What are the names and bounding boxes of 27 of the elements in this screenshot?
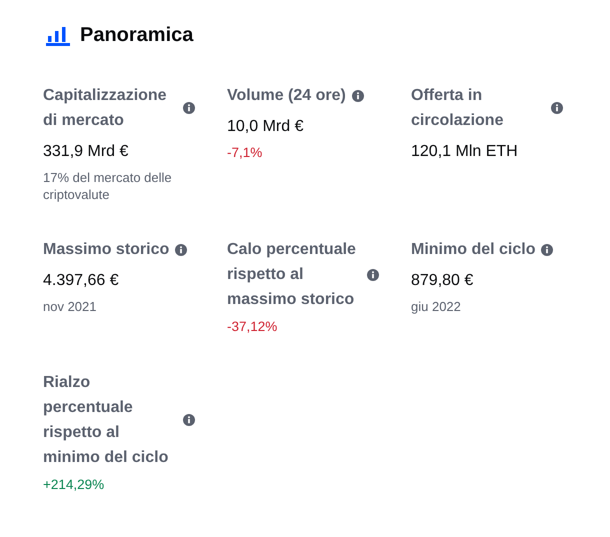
stat-value: 4.397,66 € <box>43 271 120 291</box>
info-icon[interactable] <box>183 102 195 114</box>
bar-chart-icon <box>46 26 71 46</box>
info-icon[interactable] <box>541 244 554 256</box>
change-value: +214,29% <box>43 476 106 494</box>
change-value: -37,12% <box>227 318 278 336</box>
stat-label: Minimo del ciclo <box>411 240 536 260</box>
stat-value: 120,1 Mln ETH <box>411 142 519 162</box>
info-icon[interactable] <box>352 90 364 102</box>
info-icon[interactable] <box>183 414 195 426</box>
stat-note: giu 2022 <box>411 298 462 315</box>
stat-label: Calo percentuale rispetto al massimo storico <box>227 240 357 310</box>
stat-note: nov 2021 <box>43 298 98 315</box>
stat-label: Massimo storico <box>43 240 170 260</box>
section-title: Panoramica <box>80 24 194 47</box>
stat-value: 10,0 Mrd € <box>227 117 304 137</box>
info-icon[interactable] <box>551 102 563 114</box>
stat-value: 879,80 € <box>411 271 474 291</box>
stat-label: Volume (24 ore) <box>227 86 346 106</box>
info-icon[interactable] <box>367 268 379 280</box>
stat-label: Offerta in circolazione <box>411 86 504 131</box>
info-icon[interactable] <box>175 244 188 256</box>
stat-label: Capitalizzazione di mercato <box>43 86 168 131</box>
stat-label: Rialzo percentuale rispetto al minimo del ciclo <box>43 373 170 468</box>
stat-value: 331,9 Mrd € <box>43 142 130 162</box>
change-value: -7,1% <box>227 144 264 162</box>
stat-note: 17% del mercato delle criptovalute <box>43 169 173 203</box>
